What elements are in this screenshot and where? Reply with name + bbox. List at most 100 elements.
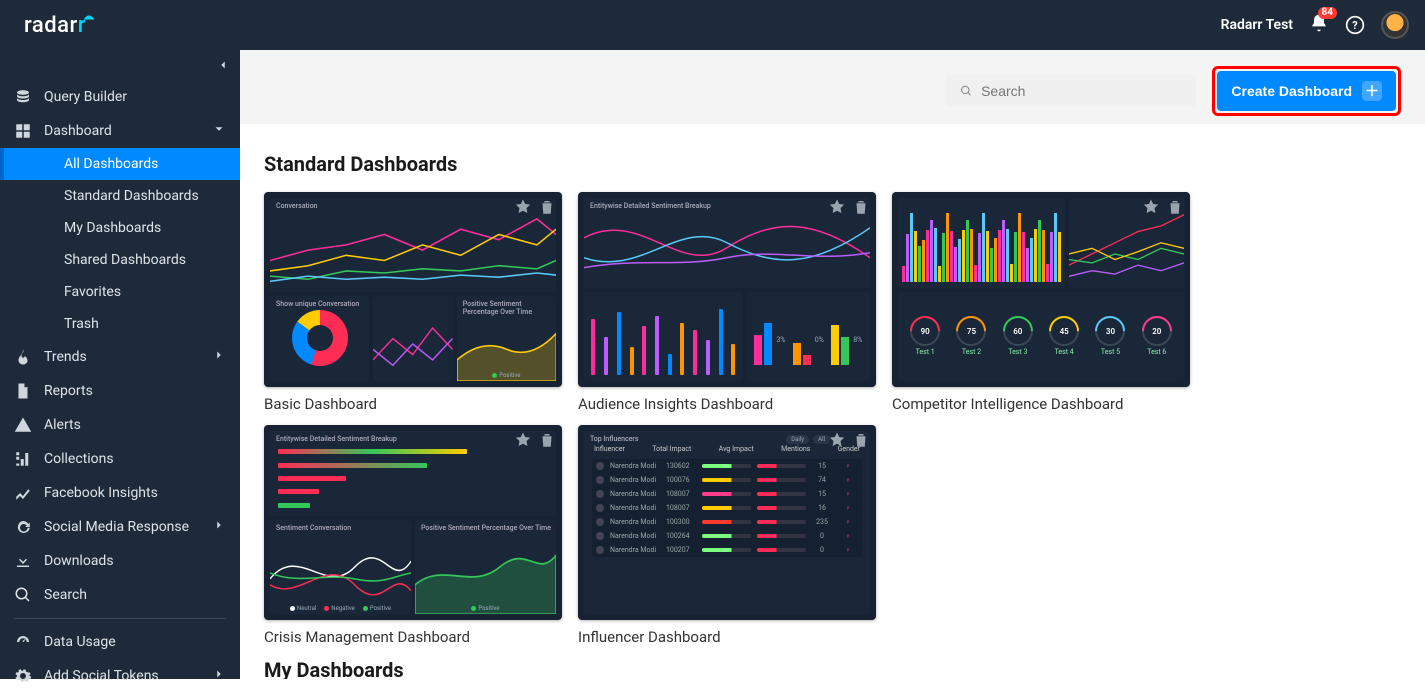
dashboard-card[interactable]: Conversation Show unique [264,192,562,413]
dashboard-card-title: Influencer Dashboard [578,628,876,646]
dashboard-card[interactable]: Entitywise Detailed Sentiment Breakup [264,425,562,646]
sidebar: Query Builder Dashboard All DashboardsSt… [0,50,240,679]
search-input[interactable] [946,75,1196,107]
dashboard-preview: Top Influencers Daily All Influencer Tot… [578,425,876,620]
collection-icon [14,450,32,468]
sidebar-subitem-trash[interactable]: Trash [0,308,240,340]
gauge-item: 75 Test 2 [956,316,986,356]
card-grid-standard-2: Entitywise Detailed Sentiment Breakup [264,425,1401,646]
panel-label: Conversation [276,202,317,210]
sidebar-item-label: Search [44,587,87,603]
sidebar-item-add-social-tokens[interactable]: Add Social Tokens [0,659,240,693]
gauge-ring: 20 [1142,316,1172,346]
table-row: Narendra Modi108007 15♀ [592,487,862,501]
alert-icon [14,416,32,434]
sidebar-item-collections[interactable]: Collections [0,442,240,476]
panel-label: Entitywise Detailed Sentiment Breakup [590,202,711,210]
sidebar-item-alerts[interactable]: Alerts [0,408,240,442]
chevron-left-icon [216,58,230,72]
create-dashboard-highlight: Create Dashboard ＋ [1212,66,1401,116]
table-row: Narendra Modi100300 235♀ [592,515,862,529]
logo-mark-icon: r [78,13,86,38]
sidebar-subitem-standard-dashboards[interactable]: Standard Dashboards [0,180,240,212]
avatar[interactable] [1381,11,1409,39]
svg-text:?: ? [1352,19,1357,32]
sidebar-collapse-button[interactable] [0,50,240,76]
sidebar-subitem-favorites[interactable]: Favorites [0,276,240,308]
trash-icon[interactable] [852,198,870,216]
chevron-right-icon [212,667,226,685]
gauge-label: Test 1 [916,348,935,356]
star-icon[interactable] [828,431,846,449]
search-icon [960,84,973,98]
trash-icon[interactable] [538,431,556,449]
sidebar-item-label: Facebook Insights [44,485,158,501]
user-label: Radarr Test [1221,17,1293,33]
sidebar-item-query-builder[interactable]: Query Builder [0,80,240,114]
gauge-row: 90 Test 175 Test 260 Test 345 Test 430 T… [898,292,1184,382]
star-icon[interactable] [514,198,532,216]
dashboard-card-title: Audience Insights Dashboard [578,395,876,413]
bar-chart-icon [584,292,743,382]
table-row: Narendra Modi130602 15♀ [592,459,862,473]
topbar: radarr Radarr Test 84 ? [0,0,1425,50]
gauge-label: Test 4 [1055,348,1074,356]
gauge-ring: 30 [1095,316,1125,346]
logo[interactable]: radarr [24,13,86,38]
sidebar-item-reports[interactable]: Reports [0,374,240,408]
panel-label: Top Influencers [590,435,638,443]
table-row: Narendra Modi100076 74♀ [592,473,862,487]
plus-icon: ＋ [1362,81,1382,101]
search-field[interactable] [981,83,1182,99]
logo-text: radar [24,13,78,38]
section-my-title: My Dashboards [264,658,1401,679]
trash-icon[interactable] [1166,198,1184,216]
table-row: Narendra Modi100207 0♀ [592,543,862,557]
sidebar-item-data-usage[interactable]: Data Usage [0,625,240,659]
sidebar-divider [14,618,226,619]
star-icon[interactable] [1142,198,1160,216]
trash-icon[interactable] [852,431,870,449]
help-icon[interactable]: ? [1345,15,1365,35]
flame-icon [14,348,32,366]
create-dashboard-button[interactable]: Create Dashboard ＋ [1217,71,1396,111]
sidebar-item-search[interactable]: Search [0,578,240,612]
sidebar-item-social-media-response[interactable]: Social Media Response [0,510,240,544]
gauge-ring: 45 [1049,316,1079,346]
sidebar-subitem-shared-dashboards[interactable]: Shared Dashboards [0,244,240,276]
star-icon[interactable] [514,431,532,449]
dashboard-card[interactable]: Top Influencers Daily All Influencer Tot… [578,425,876,646]
sidebar-item-facebook-insights[interactable]: Facebook Insights [0,476,240,510]
table-row: Narendra Modi100264 0♀ [592,529,862,543]
section-standard-title: Standard Dashboards [264,152,1401,176]
sidebar-item-label: Dashboard [44,123,112,139]
chevron-down-icon [212,122,226,140]
gauge-icon [14,633,32,651]
sidebar-item-dashboard[interactable]: Dashboard [0,114,240,148]
sidebar-subitem-all-dashboards[interactable]: All Dashboards [0,148,240,180]
star-icon[interactable] [828,198,846,216]
sidebar-item-label: Reports [44,383,93,399]
notifications-button[interactable]: 84 [1309,13,1329,37]
main-content: Create Dashboard ＋ Standard Dashboards [240,50,1425,679]
sidebar-item-downloads[interactable]: Downloads [0,544,240,578]
dashboard-card-title: Crisis Management Dashboard [264,628,562,646]
spectrum-chart-icon [898,198,1065,288]
trash-icon[interactable] [538,198,556,216]
gauge-label: Test 2 [962,348,981,356]
chevron-right-icon [212,518,226,536]
dashboard-preview: Entitywise Detailed Sentiment Breakup [578,192,876,387]
cycle-icon [14,518,32,536]
influencer-table-preview: Influencer Total Impact Avg Impact Menti… [584,431,870,614]
dashboard-card[interactable]: Entitywise Detailed Sentiment Breakup [578,192,876,413]
dashboard-preview: 90 Test 175 Test 260 Test 345 Test 430 T… [892,192,1190,387]
donut-chart-icon [292,310,348,366]
db-icon [14,88,32,106]
sidebar-subitem-my-dashboards[interactable]: My Dashboards [0,212,240,244]
sidebar-item-trends[interactable]: Trends [0,340,240,374]
gauge-item: 60 Test 3 [1003,316,1033,356]
chart-icon [14,484,32,502]
dashboard-card[interactable]: 90 Test 175 Test 260 Test 345 Test 430 T… [892,192,1190,413]
sidebar-item-label: Alerts [44,417,81,433]
gauge-ring: 60 [1003,316,1033,346]
